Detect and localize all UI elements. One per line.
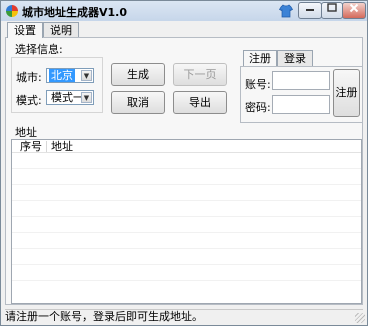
chevron-down-icon[interactable]: ▼ [81, 70, 92, 81]
tab-login[interactable]: 登录 [277, 50, 313, 66]
column-header-address[interactable]: 地址 [51, 140, 73, 153]
table-row [12, 280, 361, 281]
selection-group-title: 选择信息: [15, 43, 63, 56]
tab-settings[interactable]: 设置 [7, 22, 43, 38]
generate-button[interactable]: 生成 [111, 63, 165, 86]
close-icon [349, 3, 359, 13]
table-row [12, 216, 361, 217]
address-list-header: 序号 地址 [12, 140, 361, 153]
account-input[interactable] [272, 71, 330, 90]
register-button[interactable]: 注册 [333, 69, 360, 117]
city-select-value: 北京 [49, 69, 75, 82]
table-row [12, 200, 361, 201]
column-separator[interactable] [46, 141, 47, 152]
minimize-icon [306, 9, 314, 11]
password-label: 密码: [245, 101, 271, 114]
table-row [12, 232, 361, 233]
city-select[interactable]: 北京 ▼ [46, 68, 94, 83]
chevron-down-icon[interactable]: ▼ [81, 92, 92, 103]
table-row [12, 264, 361, 265]
minimize-button[interactable] [298, 2, 322, 19]
mode-label: 模式: [16, 94, 42, 107]
window-title: 城市地址生成器V1.0 [22, 6, 127, 19]
table-row [12, 168, 361, 169]
column-header-index[interactable]: 序号 [20, 140, 42, 153]
table-row [12, 184, 361, 185]
address-section-title: 地址 [15, 126, 37, 139]
app-window: 城市地址生成器V1.0 设置 说明 选择信息: 城市: 北京 ▼ 模式: 模式一… [0, 0, 368, 326]
export-button[interactable]: 导出 [173, 91, 227, 114]
account-label: 账号: [245, 78, 271, 91]
close-button[interactable] [342, 2, 366, 19]
resize-grip[interactable] [355, 313, 365, 323]
status-text: 请注册一个账号，登录后即可生成地址。 [5, 310, 203, 323]
status-bar: 请注册一个账号，登录后即可生成地址。 [5, 309, 363, 323]
cancel-button[interactable]: 取消 [111, 91, 165, 114]
maximize-icon [327, 3, 337, 12]
skin-shirt-icon[interactable] [279, 4, 293, 18]
table-row [12, 248, 361, 249]
tab-instructions[interactable]: 说明 [43, 22, 79, 38]
next-page-button[interactable]: 下一页 [173, 63, 227, 86]
app-logo-icon [6, 5, 18, 17]
address-list[interactable]: 序号 地址 [11, 139, 362, 304]
city-label: 城市: [16, 71, 42, 84]
title-bar[interactable]: 城市地址生成器V1.0 [1, 1, 367, 21]
mode-select[interactable]: 模式一 ▼ [46, 90, 94, 105]
password-input[interactable] [272, 95, 330, 114]
maximize-button[interactable] [321, 2, 343, 19]
tab-register[interactable]: 注册 [243, 50, 277, 66]
